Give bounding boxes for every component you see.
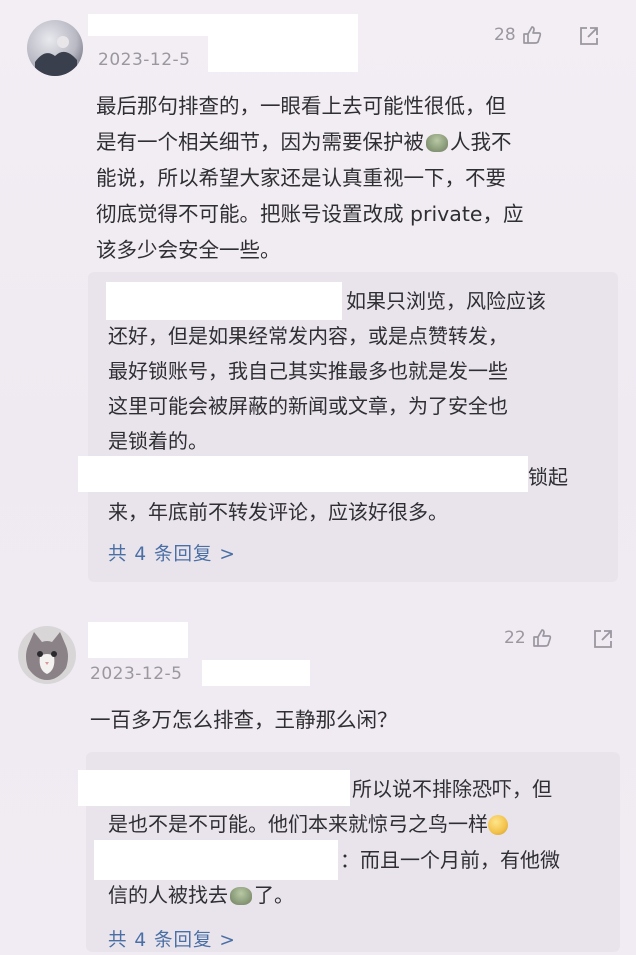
tea-cup-emoji-icon [230,887,252,905]
reply-line: 所以说不排除恐吓，但 [352,777,552,801]
like-button[interactable]: 22 [504,628,552,648]
avatar[interactable] [18,626,76,684]
comment-line: 是有一个相关细节，因为需要保护被 人我不 [96,130,512,154]
share-icon [594,630,612,648]
share-icon [580,27,598,45]
username-redacted [88,622,188,658]
comment-1: 2023-12-5 28 最后那句排查的，一眼看上去可能性很低，但 是有一个相关… [0,0,636,600]
reply-line: 是也不是不可能。他们本来就惊弓之鸟一样 [108,807,608,842]
like-count: 22 [504,628,526,648]
tea-cup-emoji-icon [426,134,448,152]
avatar[interactable] [27,20,83,76]
share-button[interactable] [578,25,600,47]
comment-text: 最后那句排查的，一眼看上去可能性很低，但 是有一个相关细节，因为需要保护被 人我不… [96,88,616,268]
reply-2[interactable]: 锁起 来，年底前不转发评论，应该好很多。 [108,460,608,530]
comment-line: 能说，所以希望大家还是认真重视一下，不要 [96,166,506,190]
reply-2[interactable]: ：而且一个月前，有他微 信的人被找去 了。 [108,843,608,913]
reply-1[interactable]: 所以说不排除恐吓，但 是也不是不可能。他们本来就惊弓之鸟一样 [108,772,608,842]
reply-line: 是锁着的。 [108,429,208,453]
comment-2: 2023-12-5 22 一百多万怎么排查，王静那么闲？ 所以说不排除恐吓，但 … [0,600,636,955]
username-redacted [208,30,358,72]
comment-date: 2023-12-5 [90,664,183,684]
reply-line: 信的人被找去 了。 [108,883,294,907]
reply-line: 来，年底前不转发评论，应该好很多。 [108,500,448,524]
laughing-emoji-icon [488,815,508,835]
like-button[interactable]: 28 [494,25,542,45]
comment-line: 彻底觉得不可能。把账号设置改成 private，应 [96,202,524,226]
comment-date: 2023-12-5 [98,50,191,70]
reply-line: 如果只浏览，风险应该 [346,289,546,313]
view-more-replies-link[interactable]: 共 4 条回复 > [108,540,236,566]
thumbs-up-icon [522,26,541,44]
reply-line: ：而且一个月前，有他微 [340,848,560,872]
comment-line: 最后那句排查的，一眼看上去可能性很低，但 [96,94,506,118]
avatar-image-icon [35,36,77,76]
thumbs-up-icon [532,629,551,647]
share-button[interactable] [592,628,614,650]
reply-1[interactable]: 如果只浏览，风险应该 还好，但是如果经常发内容，或是点赞转发， 最好锁账号，我自… [108,284,608,459]
reply-line: 这里可能会被屏蔽的新闻或文章，为了安全也 [108,394,508,418]
like-count: 28 [494,25,516,45]
cat-avatar-icon [26,632,68,680]
reply-line: 还好，但是如果经常发内容，或是点赞转发， [108,324,508,348]
reply-line: 锁起 [528,465,568,489]
reply-line: 最好锁账号，我自己其实推最多也就是发一些 [108,359,508,383]
comment-text: 一百多万怎么排查，王静那么闲？ [90,708,398,732]
comment-line: 该多少会安全一些。 [96,238,281,262]
username-redacted [202,660,310,686]
view-more-replies-link[interactable]: 共 4 条回复 > [108,926,236,952]
